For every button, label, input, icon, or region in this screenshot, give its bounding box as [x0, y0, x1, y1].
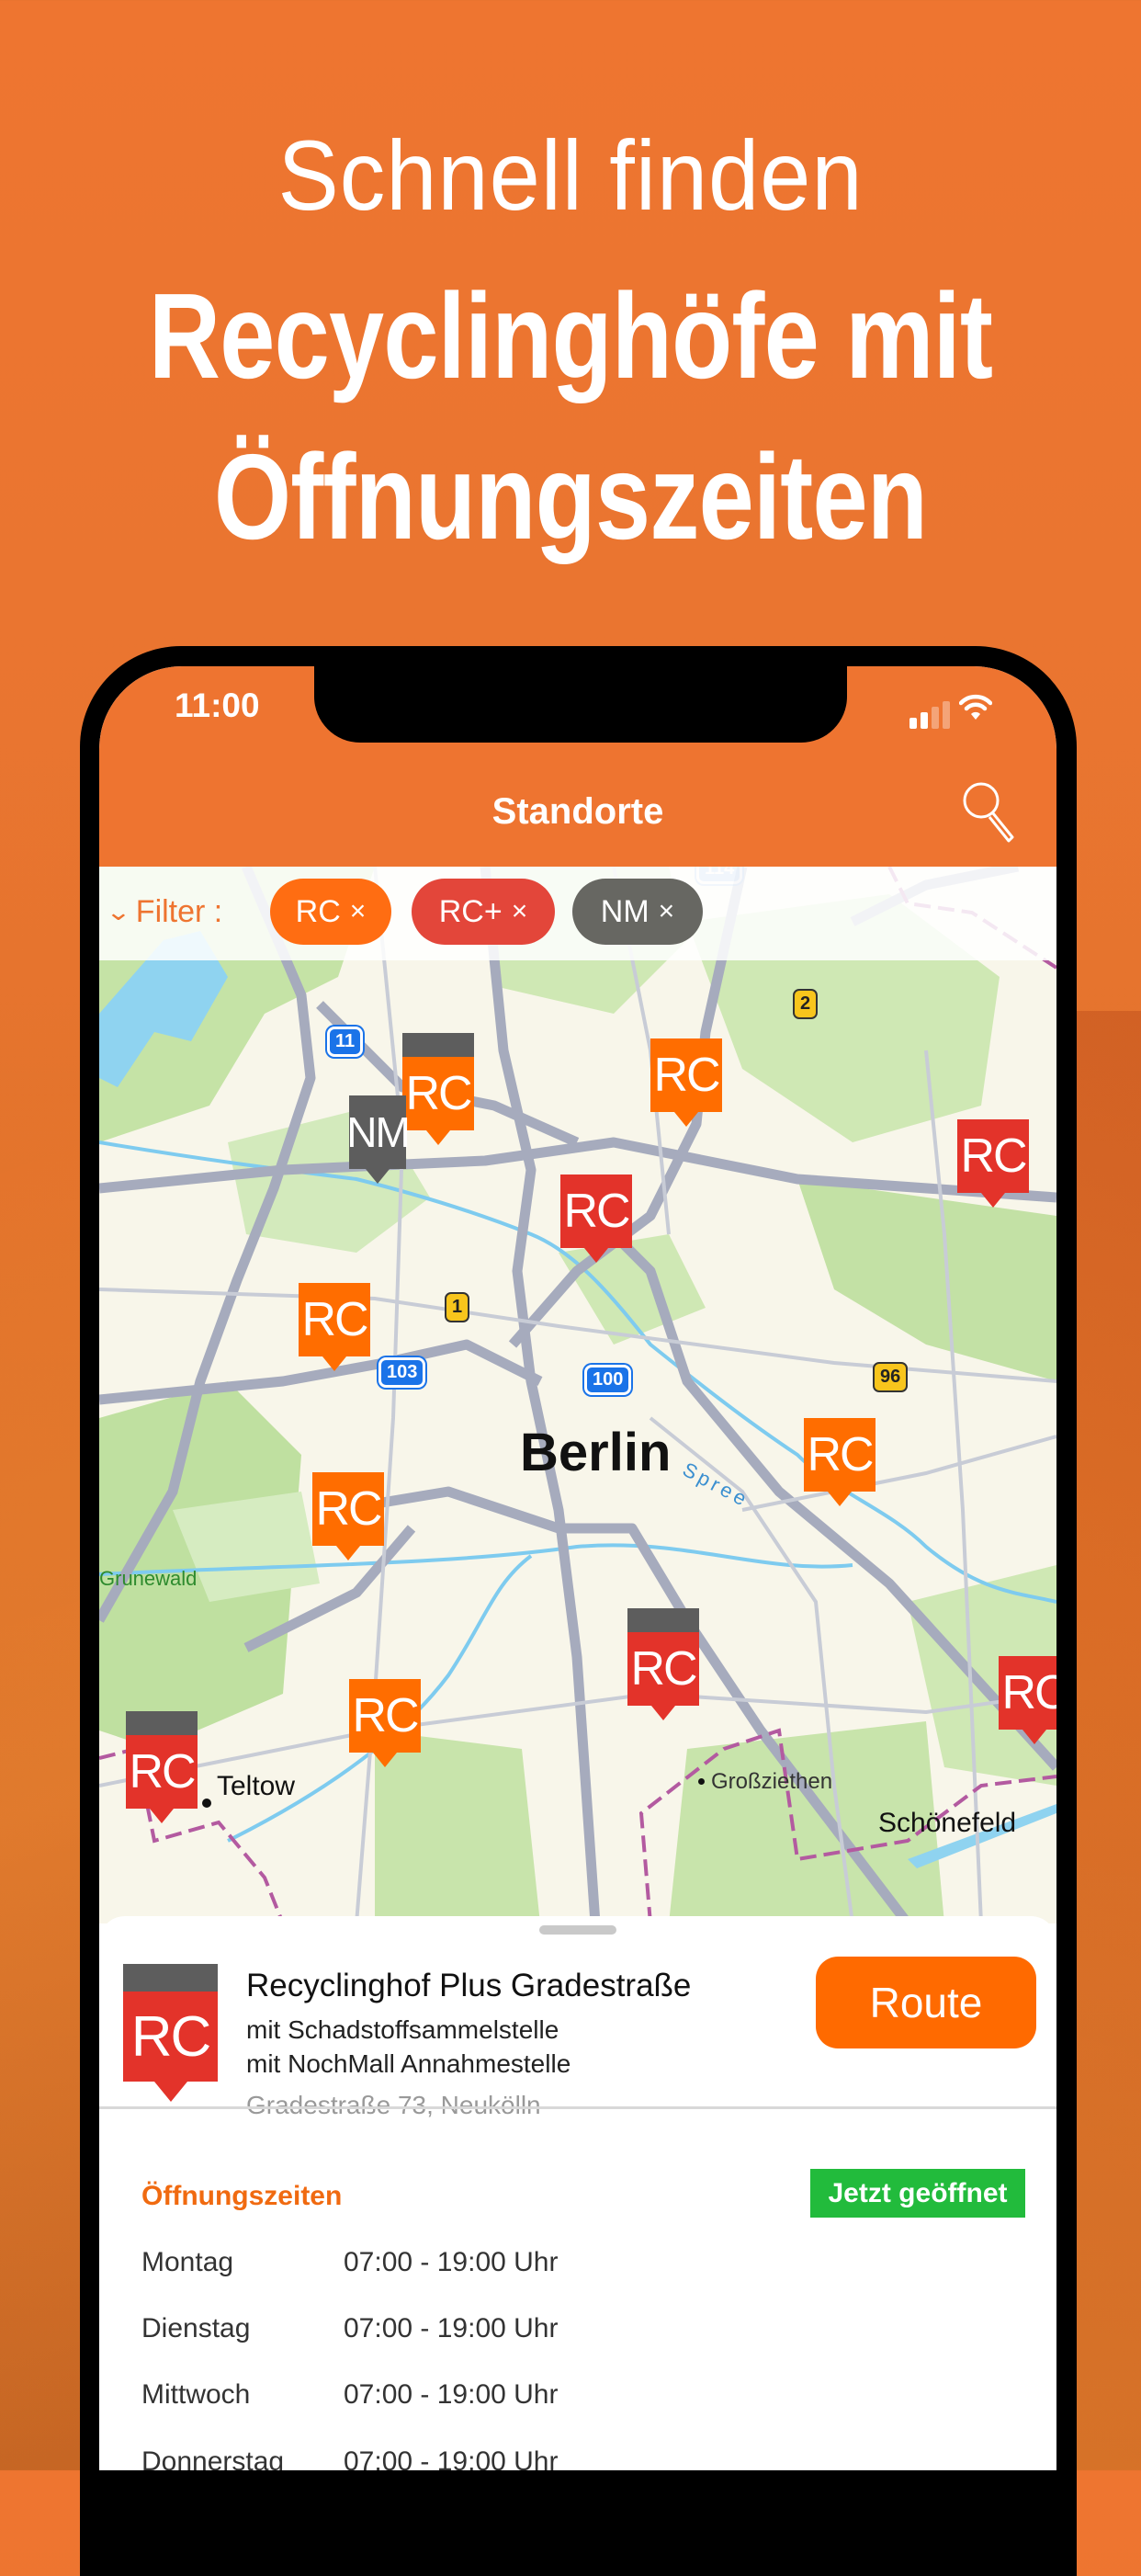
- status-icons: [909, 692, 992, 729]
- signal-icon: [921, 712, 928, 729]
- road-badge: 2: [793, 989, 819, 1019]
- map-pin-rc[interactable]: RC: [349, 1679, 421, 1767]
- hours-day: Mittwoch: [141, 2379, 251, 2410]
- filter-bar: ⌄ Filter : RC × RC+ × NM ×: [99, 867, 1056, 960]
- filter-chip-rc-plus[interactable]: RC+ ×: [412, 879, 555, 945]
- map-pin-rc-plus[interactable]: RC: [627, 1608, 699, 1720]
- notch: [314, 666, 847, 743]
- road-badge: 96: [873, 1362, 909, 1392]
- map-pin-rc[interactable]: RC: [804, 1418, 876, 1506]
- chip-label: NM: [600, 893, 650, 929]
- filter-label: Filter :: [135, 894, 223, 929]
- map-label-schoenefeld: Schönefeld: [878, 1808, 1017, 1838]
- filter-chip-nm[interactable]: NM ×: [572, 879, 703, 945]
- search-icon: [963, 782, 1014, 843]
- map-view[interactable]: Berlin Grunewald Teltow Großziethen Schö…: [99, 867, 1056, 1923]
- page-title: Standorte: [491, 791, 664, 832]
- map-base: [99, 867, 1056, 1923]
- promo-headline-line1: Recyclinghöfe mit: [148, 268, 993, 403]
- hours-day: Dienstag: [141, 2313, 251, 2343]
- signal-icon: [909, 718, 917, 729]
- promo-subtitle: Schnell finden: [277, 119, 864, 231]
- chip-label: RC: [295, 893, 341, 929]
- map-pin-rc-plus[interactable]: RC: [957, 1119, 1029, 1208]
- hours-row: Donnerstag 07:00 - 19:00 Uhr: [141, 2446, 558, 2470]
- map-pin-nm[interactable]: NM: [346, 1095, 411, 1184]
- hours-day: Montag: [141, 2247, 234, 2277]
- sheet-drag-handle[interactable]: [539, 1925, 616, 1935]
- wifi-icon: [959, 694, 992, 720]
- hours-time: 07:00 - 19:00 Uhr: [344, 2247, 559, 2277]
- location-title: Recyclinghof Plus Gradestraße: [246, 1968, 692, 2003]
- road-badge: 1: [445, 1292, 470, 1322]
- search-button[interactable]: [961, 780, 1020, 845]
- place-dot: [698, 1778, 705, 1785]
- signal-icon: [932, 707, 939, 729]
- status-time: 11:00: [175, 687, 260, 724]
- map-label-grossziethen: Großziethen: [711, 1769, 833, 1794]
- map-label-city: Berlin: [520, 1423, 672, 1482]
- location-address: Gradestraße 73, Neukölln: [246, 2091, 541, 2119]
- detail-sheet: RC Recyclinghof Plus Gradestraße mit Sch…: [99, 1916, 1056, 2470]
- opening-hours-title: Öffnungszeiten: [141, 2181, 343, 2211]
- map-pin-rc[interactable]: RC: [402, 1033, 474, 1145]
- hours-time: 07:00 - 19:00 Uhr: [344, 2313, 559, 2343]
- hours-time: 07:00 - 19:00 Uhr: [344, 2379, 559, 2410]
- park-areas: [99, 867, 1056, 1923]
- status-badge: Jetzt geöffnet: [810, 2169, 1025, 2218]
- road-shield: 103: [378, 1357, 426, 1388]
- place-dot: [202, 1799, 211, 1808]
- map-pin-rc-plus[interactable]: RC: [560, 1175, 632, 1263]
- divider: [99, 2106, 1056, 2109]
- phone-screen: Berlin Grunewald Teltow Großziethen Schö…: [99, 666, 1056, 2470]
- chevron-down-icon: ⌄: [105, 898, 132, 925]
- location-type-icon: RC: [123, 1964, 218, 2102]
- road-shield: 100: [584, 1365, 632, 1395]
- hours-day: Donnerstag: [141, 2446, 285, 2470]
- map-pin-rc-plus[interactable]: RC: [126, 1711, 198, 1823]
- hours-time: 07:00 - 19:00 Uhr: [344, 2446, 559, 2470]
- road-shield: 11: [327, 1027, 364, 1057]
- remove-icon[interactable]: ×: [350, 896, 367, 927]
- chip-label: RC+: [438, 893, 503, 929]
- filter-toggle[interactable]: ⌄ Filter :: [105, 894, 223, 930]
- promo-headline-line2: Öffnungszeiten: [213, 429, 928, 564]
- remove-icon[interactable]: ×: [512, 896, 528, 927]
- route-button[interactable]: Route: [816, 1957, 1036, 2048]
- filter-chip-rc[interactable]: RC ×: [270, 879, 391, 945]
- remove-icon[interactable]: ×: [659, 896, 675, 927]
- map-pin-rc-plus[interactable]: RC: [999, 1656, 1056, 1744]
- hours-row: Dienstag 07:00 - 19:00 Uhr: [141, 2313, 558, 2344]
- map-pin-rc[interactable]: RC: [312, 1472, 384, 1560]
- map-label-grunewald: Grunewald: [99, 1567, 198, 1590]
- signal-icon: [943, 701, 950, 729]
- nav-bar: 11:00 Standorte: [99, 666, 1056, 867]
- hours-row: Mittwoch 07:00 - 19:00 Uhr: [141, 2379, 558, 2411]
- map-pin-rc[interactable]: RC: [299, 1283, 370, 1371]
- map-label-teltow: Teltow: [217, 1771, 296, 1801]
- hours-row: Montag 07:00 - 19:00 Uhr: [141, 2247, 558, 2278]
- location-feature: mit Schadstoffsammelstelle: [246, 2015, 559, 2044]
- location-feature: mit NochMall Annahmestelle: [246, 2049, 571, 2078]
- map-pin-rc[interactable]: RC: [650, 1038, 722, 1127]
